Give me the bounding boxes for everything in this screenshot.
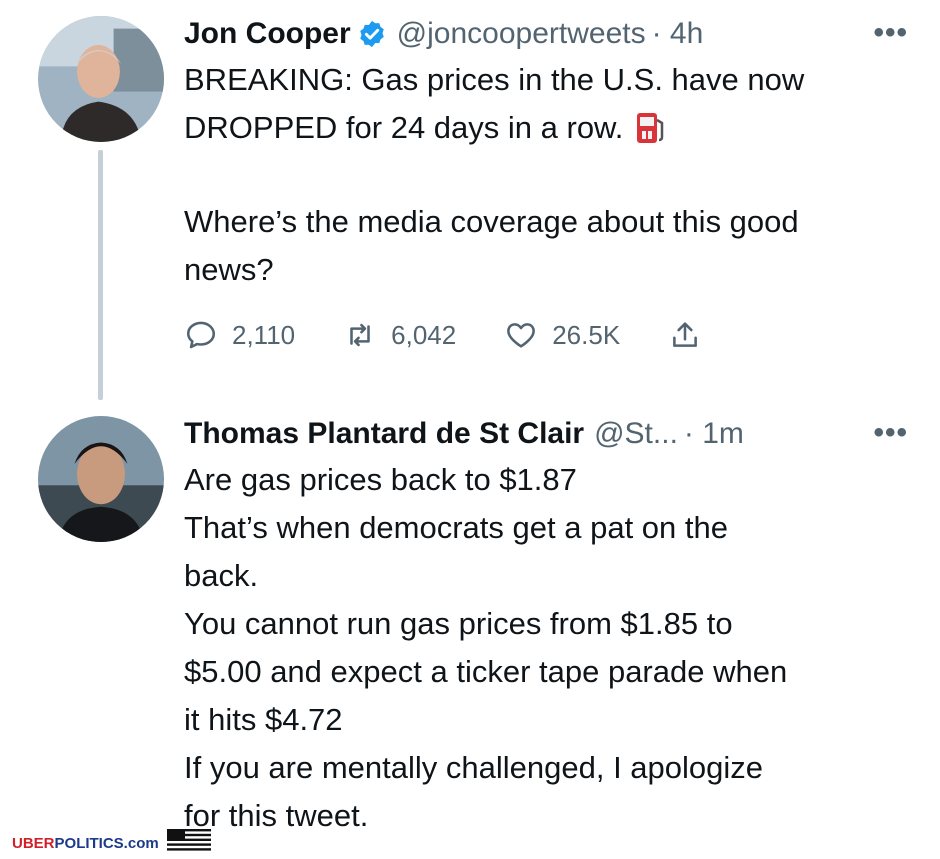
tweet-thomas-plantard[interactable]: Thomas Plantard de St Clair @St... · 1m … xyxy=(184,412,914,840)
tweet-header: Jon Cooper @joncoopertweets · 4h xyxy=(184,12,914,56)
tweet-header: Thomas Plantard de St Clair @St... · 1m xyxy=(184,412,914,456)
tweet-line: news? xyxy=(184,252,274,287)
like-button[interactable]: 26.5K xyxy=(504,318,620,352)
watermark-uber: UBER xyxy=(12,834,55,852)
tweet-jon-cooper[interactable]: Jon Cooper @joncoopertweets · 4h ••• BRE… xyxy=(184,12,914,352)
tweet-line: $5.00 and expect a ticker tape parade wh… xyxy=(184,654,788,689)
tweet-line: for this tweet. xyxy=(184,798,369,833)
tweet-line: it hits $4.72 xyxy=(184,702,343,737)
more-options-icon[interactable]: ••• xyxy=(873,16,908,50)
tweet-line: BREAKING: Gas prices in the U.S. have no… xyxy=(184,62,805,97)
reply-button[interactable]: 2,110 xyxy=(184,318,295,352)
author-name[interactable]: Jon Cooper xyxy=(184,17,351,51)
us-flag-icon xyxy=(159,829,211,857)
author-handle[interactable]: @St... xyxy=(594,417,678,451)
watermark: UBER POLITICS.com xyxy=(12,829,211,857)
thread-line xyxy=(98,150,103,400)
tweet-text: Are gas prices back to $1.87 That’s when… xyxy=(184,456,914,840)
like-count: 26.5K xyxy=(552,319,621,350)
avatar-thomas-plantard[interactable] xyxy=(38,416,164,542)
share-icon xyxy=(673,322,698,347)
retweet-icon xyxy=(350,323,370,347)
retweet-button[interactable]: 6,042 xyxy=(343,318,456,352)
tweet-time[interactable]: · 1m xyxy=(684,417,744,451)
tweet-line: You cannot run gas prices from $1.85 to xyxy=(184,606,733,641)
tweet-time[interactable]: · 4h xyxy=(652,17,704,51)
fuel-pump-emoji-icon xyxy=(635,110,665,144)
tweet-actions: 2,110 6,042 26.5K xyxy=(184,318,914,352)
tweet-text: BREAKING: Gas prices in the U.S. have no… xyxy=(184,56,914,294)
tweet-line: Are gas prices back to $1.87 xyxy=(184,462,577,497)
tweet-line: If you are mentally challenged, I apolog… xyxy=(184,750,764,785)
retweet-count: 6,042 xyxy=(391,319,457,350)
heart-icon xyxy=(507,323,536,348)
tweet-line: That’s when democrats get a pat on the xyxy=(184,510,728,545)
watermark-politics: POLITICS.com xyxy=(54,834,159,852)
tweet-line: DROPPED for 24 days in a row. xyxy=(184,104,914,152)
tweet-line: back. xyxy=(184,558,259,593)
author-name[interactable]: Thomas Plantard de St Clair xyxy=(184,417,584,451)
avatar-jon-cooper[interactable] xyxy=(38,16,164,142)
verified-badge-icon xyxy=(357,19,387,49)
author-handle[interactable]: @joncoopertweets xyxy=(397,17,646,51)
reply-icon xyxy=(186,321,216,349)
share-button[interactable] xyxy=(668,318,716,352)
reply-count: 2,110 xyxy=(232,319,296,350)
tweet-line: Where’s the media coverage about this go… xyxy=(184,204,799,239)
more-options-icon[interactable]: ••• xyxy=(873,416,908,450)
